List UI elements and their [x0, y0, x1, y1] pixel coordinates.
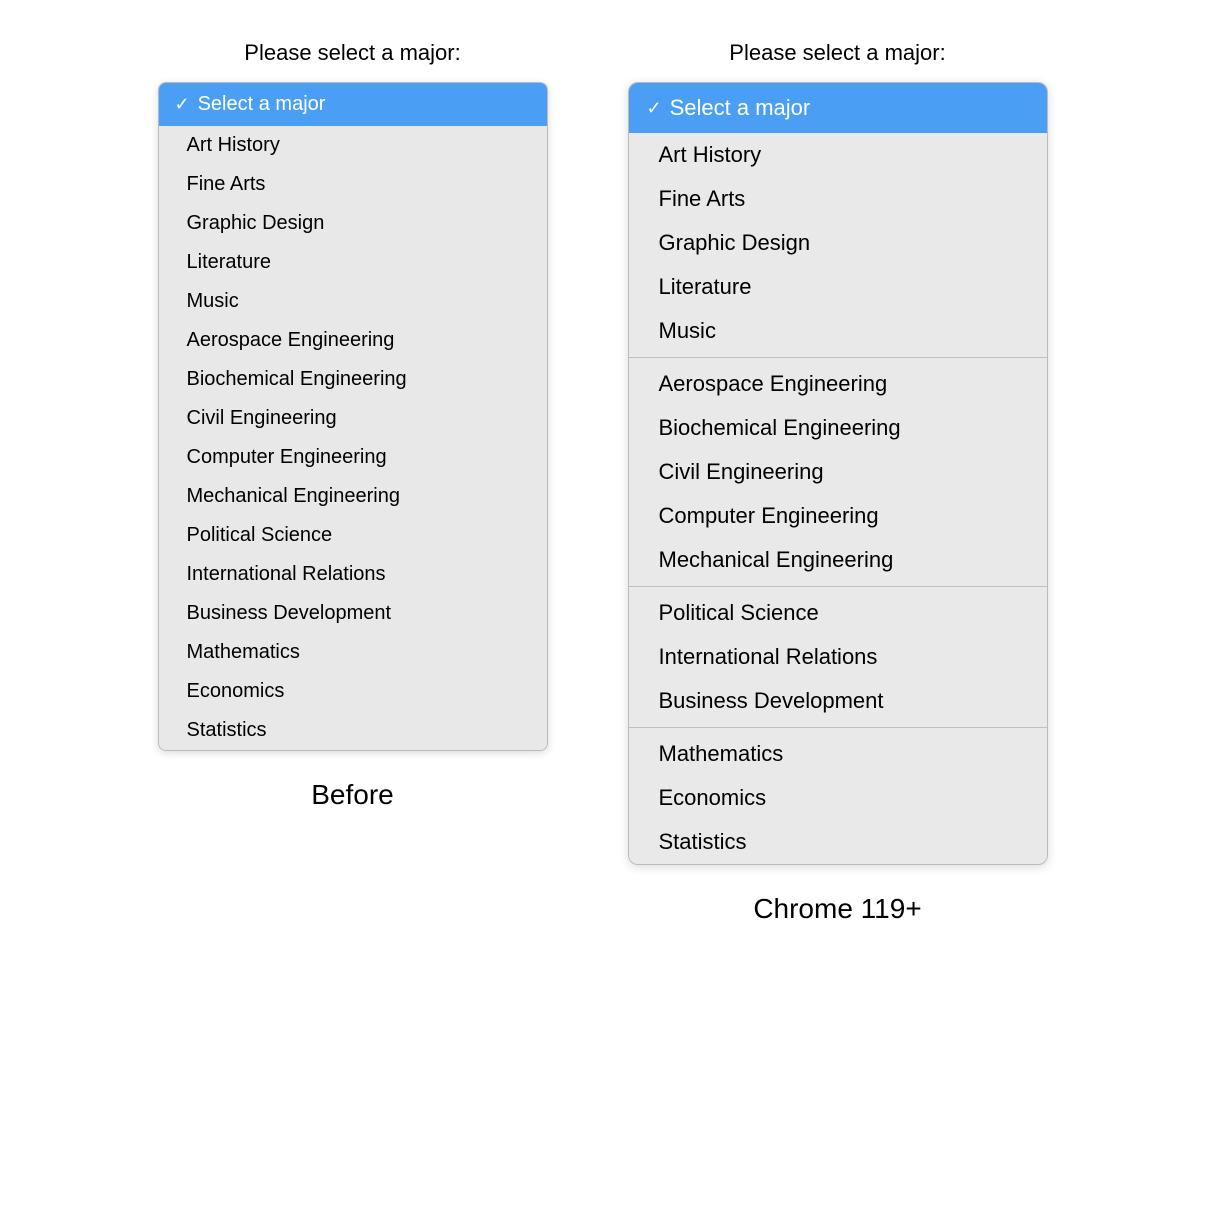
list-item[interactable]: Literature — [629, 265, 1047, 309]
after-selected-label: Select a major — [670, 95, 811, 121]
after-label: Chrome 119+ — [753, 893, 921, 925]
list-item[interactable]: Economics — [629, 776, 1047, 820]
list-item[interactable]: Civil Engineering — [159, 399, 547, 438]
group-divider — [629, 727, 1047, 728]
list-item[interactable]: Statistics — [629, 820, 1047, 864]
list-item[interactable]: Computer Engineering — [159, 438, 547, 477]
after-checkmark-icon: ✓ — [647, 98, 662, 119]
comparison-container: Please select a major: ✓ Select a major … — [20, 40, 1185, 925]
list-item[interactable]: Mathematics — [629, 732, 1047, 776]
list-item[interactable]: Biochemical Engineering — [629, 406, 1047, 450]
list-item[interactable]: Art History — [159, 126, 547, 165]
list-item[interactable]: Aerospace Engineering — [629, 362, 1047, 406]
list-item[interactable]: Mechanical Engineering — [629, 538, 1047, 582]
after-options-list: Art HistoryFine ArtsGraphic DesignLitera… — [629, 133, 1047, 864]
after-column: Please select a major: ✓ Select a major … — [628, 40, 1048, 925]
before-selected-option[interactable]: ✓ Select a major — [159, 83, 547, 126]
list-item[interactable]: Political Science — [159, 516, 547, 555]
list-item[interactable]: Literature — [159, 243, 547, 282]
list-item[interactable]: Mechanical Engineering — [159, 477, 547, 516]
before-label: Before — [311, 779, 394, 811]
list-item[interactable]: Mathematics — [159, 633, 547, 672]
list-item[interactable]: International Relations — [629, 635, 1047, 679]
list-item[interactable]: Political Science — [629, 591, 1047, 635]
list-item[interactable]: Computer Engineering — [629, 494, 1047, 538]
list-item[interactable]: Art History — [629, 133, 1047, 177]
group-divider — [629, 357, 1047, 358]
list-item[interactable]: Aerospace Engineering — [159, 321, 547, 360]
list-item[interactable]: International Relations — [159, 555, 547, 594]
after-prompt: Please select a major: — [729, 40, 945, 66]
list-item[interactable]: Civil Engineering — [629, 450, 1047, 494]
list-item[interactable]: Business Development — [159, 594, 547, 633]
list-item[interactable]: Music — [159, 282, 547, 321]
after-dropdown[interactable]: ✓ Select a major Art HistoryFine ArtsGra… — [628, 82, 1048, 865]
after-selected-option[interactable]: ✓ Select a major — [629, 83, 1047, 133]
list-item[interactable]: Economics — [159, 672, 547, 711]
before-checkmark-icon: ✓ — [175, 94, 190, 115]
list-item[interactable]: Graphic Design — [159, 204, 547, 243]
before-dropdown[interactable]: ✓ Select a major Art HistoryFine ArtsGra… — [158, 82, 548, 751]
list-item[interactable]: Fine Arts — [159, 165, 547, 204]
list-item[interactable]: Business Development — [629, 679, 1047, 723]
list-item[interactable]: Music — [629, 309, 1047, 353]
list-item[interactable]: Biochemical Engineering — [159, 360, 547, 399]
before-options-list: Art HistoryFine ArtsGraphic DesignLitera… — [159, 126, 547, 750]
before-selected-label: Select a major — [198, 93, 326, 116]
list-item[interactable]: Statistics — [159, 711, 547, 750]
before-column: Please select a major: ✓ Select a major … — [158, 40, 548, 811]
group-divider — [629, 586, 1047, 587]
list-item[interactable]: Graphic Design — [629, 221, 1047, 265]
list-item[interactable]: Fine Arts — [629, 177, 1047, 221]
before-prompt: Please select a major: — [244, 40, 460, 66]
